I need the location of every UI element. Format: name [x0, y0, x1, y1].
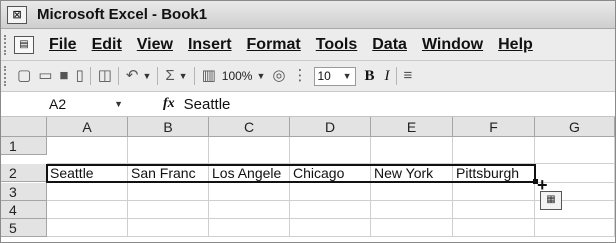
column-header-c[interactable]: C [209, 117, 290, 137]
toolbar-separator [117, 67, 119, 85]
cell-c3[interactable] [209, 183, 290, 201]
font-size-value: 10 [317, 69, 331, 83]
column-header-f[interactable]: F [453, 117, 535, 137]
menu-view[interactable]: View [137, 36, 173, 54]
cell-d3[interactable] [290, 183, 371, 201]
select-all-corner[interactable] [1, 117, 47, 137]
cell-d1[interactable] [290, 137, 371, 164]
cell-a5[interactable] [47, 219, 128, 237]
cell-a3[interactable] [47, 183, 128, 201]
cell-e3[interactable] [371, 183, 453, 201]
menu-window[interactable]: Window [422, 36, 483, 54]
row-header-5[interactable]: 5 [1, 219, 47, 237]
crosshair-cursor-icon: + [537, 175, 548, 195]
cell-b5[interactable] [128, 219, 209, 237]
font-size-dropdown-icon[interactable]: ▼ [343, 71, 352, 81]
autofill-options-icon[interactable]: ▦ [540, 191, 562, 210]
workbook-icon[interactable]: ▤ [14, 35, 34, 54]
toolbar-separator [89, 67, 91, 85]
cell-g5[interactable] [535, 219, 615, 237]
formula-input[interactable]: Seattle [184, 96, 231, 113]
open-icon[interactable]: ▭ [38, 67, 52, 85]
cell-e2[interactable]: New York [371, 164, 453, 183]
menubar-grip-icon[interactable] [4, 34, 10, 55]
excel-window: ⊠ Microsoft Excel - Book1 ▤ File Edit Vi… [0, 0, 616, 243]
cell-b3[interactable] [128, 183, 209, 201]
permission-icon[interactable]: ▯ [75, 67, 83, 85]
cell-d2[interactable]: Chicago [290, 164, 371, 183]
excel-app-icon[interactable]: ⊠ [7, 5, 27, 24]
autosum-dropdown-icon[interactable]: ▼ [179, 71, 188, 81]
toolbar-options-icon[interactable]: ⋮ [293, 67, 308, 85]
toolbar-separator [157, 67, 159, 85]
italic-button[interactable]: I [385, 68, 390, 85]
cell-c4[interactable] [209, 201, 290, 219]
bold-button[interactable]: B [365, 68, 375, 85]
zoom-select[interactable]: 100% [222, 69, 253, 83]
menu-format[interactable]: Format [247, 36, 301, 54]
cell-f5[interactable] [453, 219, 535, 237]
column-header-e[interactable]: E [371, 117, 453, 137]
row-header-3[interactable]: 3 [1, 183, 47, 201]
undo-dropdown-icon[interactable]: ▼ [142, 71, 151, 81]
cell-e1[interactable] [371, 137, 453, 164]
cell-c1[interactable] [209, 137, 290, 164]
toolbar-grip-icon[interactable] [4, 66, 10, 86]
autosum-icon[interactable]: Σ [165, 67, 174, 85]
align-left-icon[interactable]: ≡ [404, 67, 413, 85]
name-box-dropdown-icon[interactable]: ▼ [114, 99, 123, 109]
cell-d4[interactable] [290, 201, 371, 219]
cell-g1[interactable] [535, 137, 615, 164]
menu-file[interactable]: File [49, 36, 77, 54]
row-header-1[interactable]: 1 [1, 137, 47, 155]
column-header-d[interactable]: D [290, 117, 371, 137]
row-header-4[interactable]: 4 [1, 201, 47, 219]
chart-wizard-icon[interactable]: ▥ [202, 67, 216, 85]
cell-c5[interactable] [209, 219, 290, 237]
cell-b2[interactable]: San Franc [128, 164, 209, 183]
new-icon[interactable]: ▢ [17, 67, 31, 85]
cell-f2[interactable]: Pittsburgh [453, 164, 535, 183]
cell-b4[interactable] [128, 201, 209, 219]
menu-insert[interactable]: Insert [188, 36, 232, 54]
row-header-2[interactable]: 2 [1, 164, 47, 182]
column-header-a[interactable]: A [47, 117, 128, 137]
menu-tools[interactable]: Tools [316, 36, 357, 54]
toolbar-separator [193, 67, 195, 85]
cell-a1[interactable] [47, 137, 128, 164]
column-header-g[interactable]: G [535, 117, 615, 137]
insert-function-icon[interactable]: fx [163, 96, 175, 112]
cell-e4[interactable] [371, 201, 453, 219]
cell-f3[interactable] [453, 183, 535, 201]
font-size-select[interactable]: 10 ▼ [313, 66, 356, 86]
menu-bar: ▤ File Edit View Insert Format Tools Dat… [1, 29, 615, 61]
column-header-b[interactable]: B [128, 117, 209, 137]
print-preview-icon[interactable]: ◫ [98, 67, 112, 85]
zoom-dropdown-icon[interactable]: ▼ [256, 71, 265, 81]
toolbar-separator [395, 67, 397, 85]
title-bar: ⊠ Microsoft Excel - Book1 [1, 1, 615, 29]
cell-f1[interactable] [453, 137, 535, 164]
window-title: Microsoft Excel - Book1 [37, 6, 208, 23]
save-icon[interactable]: ■ [59, 67, 68, 85]
standard-toolbar: ▢ ▭ ■ ▯ ◫ ↶ ▼ Σ ▼ ▥ 100% ▼ ◎ ⋮ 10 ▼ B I … [1, 61, 615, 92]
help-icon[interactable]: ◎ [272, 67, 285, 85]
cell-f4[interactable] [453, 201, 535, 219]
menu-data[interactable]: Data [372, 36, 407, 54]
cell-a2[interactable]: Seattle [47, 164, 128, 183]
formula-bar: A2 ▼ fx Seattle [1, 92, 615, 117]
cell-d5[interactable] [290, 219, 371, 237]
undo-icon[interactable]: ↶ [126, 67, 139, 85]
name-box[interactable]: A2 ▼ [7, 94, 131, 114]
menu-help[interactable]: Help [498, 36, 533, 54]
cell-c2[interactable]: Los Angele [209, 164, 290, 183]
cell-e5[interactable] [371, 219, 453, 237]
cell-a4[interactable] [47, 201, 128, 219]
cell-b1[interactable] [128, 137, 209, 164]
name-box-value: A2 [49, 96, 67, 112]
menu-edit[interactable]: Edit [92, 36, 122, 54]
